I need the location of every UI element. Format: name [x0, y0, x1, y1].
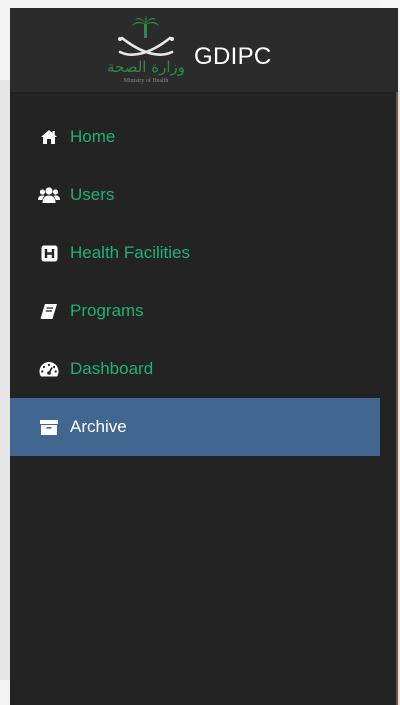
- sidebar-item-health-facilities[interactable]: Health Facilities: [10, 224, 380, 282]
- book-icon: [38, 300, 60, 322]
- users-icon: [38, 184, 60, 206]
- sidebar-item-home[interactable]: Home: [10, 108, 380, 166]
- hospital-icon: [38, 242, 60, 264]
- sidebar-item-label: Health Facilities: [70, 243, 190, 262]
- sidebar-item-programs[interactable]: Programs: [10, 282, 380, 340]
- moh-emblem-icon: [118, 15, 174, 56]
- archive-icon: [38, 416, 60, 438]
- sidebar-panel: وزارة الصحة Ministry of Health GDIPC Hom…: [10, 8, 398, 705]
- sidebar-item-label: Archive: [70, 417, 127, 436]
- sidebar-item-label: Programs: [70, 301, 144, 320]
- sidebar-item-label: Dashboard: [70, 359, 154, 378]
- sidebar-item-dashboard[interactable]: Dashboard: [10, 340, 380, 398]
- home-icon: [38, 126, 60, 148]
- brand-title: GDIPC: [194, 43, 272, 70]
- sidebar-header: وزارة الصحة Ministry of Health GDIPC: [10, 8, 398, 93]
- logo-english-text: Ministry of Health: [123, 78, 169, 84]
- sidebar-item-archive[interactable]: Archive: [10, 398, 380, 456]
- sidebar-item-label: Users: [70, 185, 115, 204]
- sidebar-item-users[interactable]: Users: [10, 166, 380, 224]
- dashboard-icon: [38, 358, 60, 380]
- sidebar-item-label: Home: [70, 127, 116, 146]
- logo-arabic-text: وزارة الصحة: [107, 58, 185, 76]
- panel-right-border: [396, 92, 398, 705]
- ministry-of-health-logo[interactable]: وزارة الصحة Ministry of Health: [98, 14, 194, 92]
